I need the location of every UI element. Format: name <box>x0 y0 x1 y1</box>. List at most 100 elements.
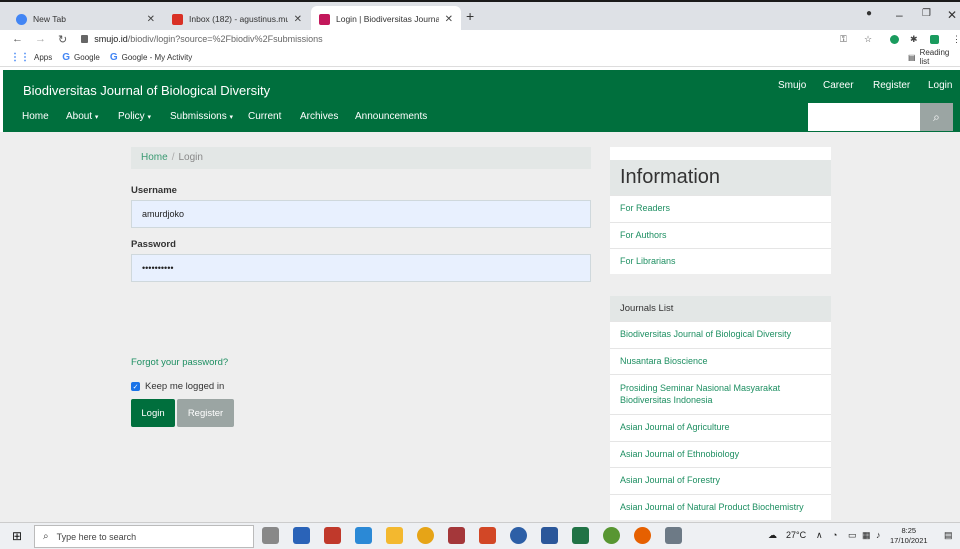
excel-icon[interactable] <box>572 527 589 544</box>
file-explorer-icon[interactable] <box>386 527 403 544</box>
calendar-icon[interactable] <box>324 527 341 544</box>
register-button[interactable]: Register <box>177 399 234 427</box>
network-app-icon[interactable] <box>665 527 682 544</box>
topnav-register[interactable]: Register <box>873 80 910 91</box>
forward-icon[interactable]: → <box>35 33 46 45</box>
lock-icon <box>81 35 89 43</box>
url-field[interactable]: smujo.id/biodiv/login?source=%2Fbiodiv%2… <box>94 34 322 44</box>
zoom-icon[interactable] <box>510 527 527 544</box>
bookmark-label: Google - My Activity <box>121 52 193 62</box>
volume-icon[interactable]: ♪ <box>876 530 881 540</box>
information-spacer <box>610 147 831 160</box>
weather-icon[interactable]: ☁ <box>768 530 777 541</box>
extension-icon[interactable] <box>890 34 899 44</box>
caret-down-icon: ▾ <box>94 114 99 121</box>
minimize-icon[interactable]: – <box>896 8 903 22</box>
taskbar-apps <box>262 527 696 544</box>
keep-logged-in-checkbox[interactable]: ✓ Keep me logged in <box>131 381 224 392</box>
journals-block: Journals List Biodiversitas Journal of B… <box>610 296 831 520</box>
network-icon[interactable]: ◔ <box>832 530 837 540</box>
search-input[interactable] <box>808 103 920 131</box>
url-host: smujo.id <box>94 34 128 44</box>
gmail-icon <box>172 13 183 25</box>
forgot-password-link[interactable]: Forgot your password? <box>131 357 228 368</box>
reading-list[interactable]: ▤ Reading list <box>908 48 960 66</box>
clock-time: 8:25 <box>901 526 917 535</box>
bookmark-label: Google <box>74 52 100 62</box>
close-icon[interactable]: ✕ <box>294 14 302 25</box>
google-icon: G <box>109 51 118 63</box>
password-input[interactable]: •••••••••• <box>131 254 591 282</box>
journal-item[interactable]: Asian Journal of Natural Product Biochem… <box>610 494 831 520</box>
journal-item[interactable]: Nusantara Bioscience <box>610 348 831 374</box>
site-header: Biodiversitas Journal of Biological Dive… <box>3 70 960 132</box>
profile-icon[interactable]: ● <box>866 8 872 19</box>
username-label: Username <box>131 185 177 196</box>
tab-new-tab[interactable]: New Tab ✕ <box>8 6 163 32</box>
nav-submissions[interactable]: Submissions ▾ <box>170 111 233 122</box>
back-icon[interactable]: ← <box>12 33 23 45</box>
firefox-icon[interactable] <box>634 527 651 544</box>
caret-down-icon: ▾ <box>147 114 151 121</box>
key-icon[interactable]: ⚿ <box>840 34 847 45</box>
topnav-career[interactable]: Career <box>823 80 854 91</box>
username-input[interactable]: amurdjoko <box>131 200 591 228</box>
windows-start-icon[interactable]: ⊞ <box>12 529 22 543</box>
access-icon[interactable] <box>448 527 465 544</box>
nav-announcements[interactable]: Announcements <box>355 111 427 122</box>
tray-chevron-icon[interactable]: ∧ <box>816 530 823 541</box>
nav-archives[interactable]: Archives <box>300 111 338 122</box>
qgis-icon[interactable] <box>603 527 620 544</box>
tab-login[interactable]: Login | Biodiversitas Journal of Bi ✕ <box>311 6 461 32</box>
topnav-login[interactable]: Login <box>928 80 952 91</box>
info-item-readers[interactable]: For Readers <box>610 195 831 222</box>
nav-current[interactable]: Current <box>248 111 281 122</box>
maximize-icon[interactable]: ❐ <box>922 8 931 19</box>
nav-policy[interactable]: Policy ▾ <box>118 111 151 122</box>
breadcrumb-home[interactable]: Home <box>141 152 168 163</box>
word-icon[interactable] <box>541 527 558 544</box>
journal-item[interactable]: Prosiding Seminar Nasional Masyarakat Bi… <box>610 374 831 414</box>
close-icon[interactable]: ✕ <box>147 14 155 25</box>
topnav-smujo[interactable]: Smujo <box>778 80 806 91</box>
bookmark-apps[interactable]: ⋮⋮ Apps <box>10 52 52 63</box>
star-icon[interactable]: ☆ <box>864 34 872 45</box>
menu-icon[interactable]: ⋮ <box>952 34 960 45</box>
journal-item[interactable]: Asian Journal of Forestry <box>610 467 831 494</box>
window-close-icon[interactable]: ✕ <box>947 8 957 22</box>
close-icon[interactable]: ✕ <box>445 14 453 25</box>
nav-home[interactable]: Home <box>22 111 49 122</box>
tab-inbox[interactable]: Inbox (182) - agustinus.murdjoko ✕ <box>164 6 310 32</box>
reading-list-label: Reading list <box>919 48 950 66</box>
puzzle-icon[interactable]: ✱ <box>910 34 918 45</box>
search-button[interactable]: ⌕ <box>920 103 953 131</box>
taskbar-search[interactable]: ⌕ Type here to search <box>34 525 254 548</box>
info-item-authors[interactable]: For Authors <box>610 222 831 248</box>
task-view-icon[interactable] <box>262 527 279 544</box>
app-r-icon[interactable] <box>293 527 310 544</box>
journal-item[interactable]: Biodiversitas Journal of Biological Dive… <box>610 321 831 348</box>
edge-icon[interactable] <box>355 527 372 544</box>
system-clock[interactable]: 8:25 17/10/2021 <box>890 526 928 546</box>
breadcrumb: Home / Login <box>131 147 591 169</box>
battery-icon[interactable]: ▭ <box>848 530 857 541</box>
temperature[interactable]: 27°C <box>786 530 806 540</box>
tab-title: Inbox (182) - agustinus.murdjoko <box>189 14 288 24</box>
reload-icon[interactable]: ↻ <box>58 33 67 46</box>
tab-title: Login | Biodiversitas Journal of Bi <box>336 14 439 24</box>
bookmark-google[interactable]: G Google <box>62 52 100 63</box>
journal-item[interactable]: Asian Journal of Agriculture <box>610 414 831 441</box>
chrome-icon[interactable] <box>417 527 434 544</box>
nav-about[interactable]: About ▾ <box>66 111 98 122</box>
login-button[interactable]: Login <box>131 399 175 427</box>
powerpoint-icon[interactable] <box>479 527 496 544</box>
notifications-icon[interactable]: ▤ <box>944 530 953 541</box>
shield-icon[interactable] <box>930 34 939 44</box>
info-item-librarians[interactable]: For Librarians <box>610 248 831 274</box>
site-title[interactable]: Biodiversitas Journal of Biological Dive… <box>23 83 270 98</box>
journal-item[interactable]: Asian Journal of Ethnobiology <box>610 441 831 467</box>
clock-date: 17/10/2021 <box>890 535 928 545</box>
new-tab-icon[interactable]: + <box>466 8 474 24</box>
language-icon[interactable]: ▦ <box>862 530 871 541</box>
bookmark-google-activity[interactable]: G Google - My Activity <box>110 52 192 63</box>
